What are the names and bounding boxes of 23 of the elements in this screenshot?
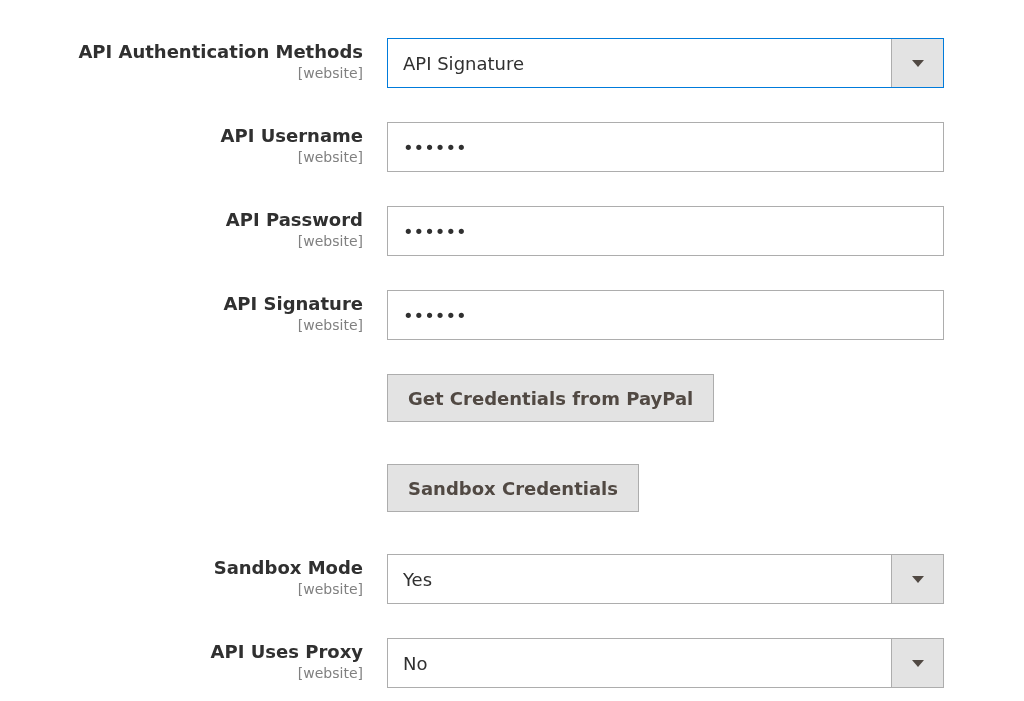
scope-label: [website] [297, 232, 363, 250]
dropdown[interactable]: Yes [387, 554, 944, 604]
scope-label: [website] [297, 148, 363, 166]
dropdown[interactable]: API Signature [387, 38, 944, 88]
field-label: API Signature [223, 292, 363, 316]
field-label: API Username [220, 124, 363, 148]
password-field[interactable]: •••••• [387, 206, 944, 256]
scope-label: [website] [297, 664, 363, 682]
credentials-button[interactable]: Get Credentials from PayPal [387, 374, 715, 422]
field-label: API Authentication Methods [78, 40, 363, 64]
password-field[interactable]: •••••• [387, 122, 944, 172]
field-label: API Uses Proxy [210, 640, 363, 664]
caret-icon [911, 59, 924, 67]
caret-icon [911, 575, 924, 583]
dropdown[interactable]: No [387, 638, 944, 688]
scope-label: [website] [297, 64, 363, 82]
credentials-button[interactable]: Sandbox Credentials [387, 464, 639, 512]
caret-icon [911, 659, 924, 667]
field-label: API Password [225, 208, 363, 232]
field-label: Sandbox Mode [213, 556, 363, 580]
scope-label: [website] [297, 316, 363, 334]
scope-label: [website] [297, 580, 363, 598]
password-field[interactable]: •••••• [387, 290, 944, 340]
